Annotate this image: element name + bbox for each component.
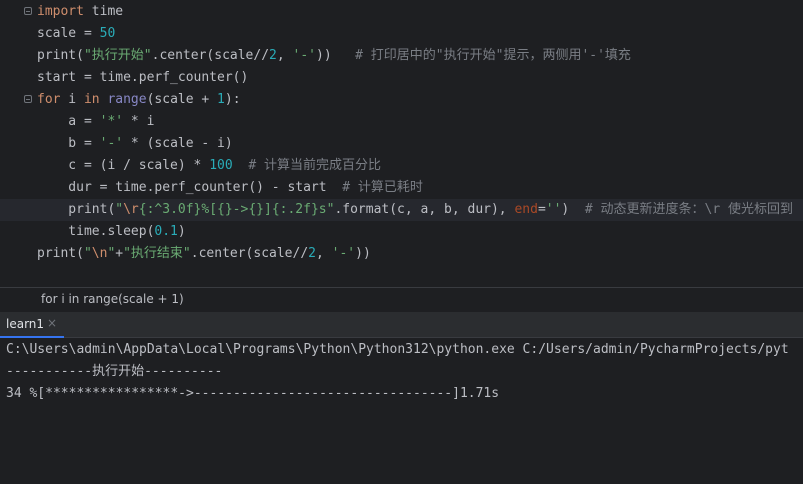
code-token: \n <box>91 246 108 261</box>
code-token: {:^3.0f}%[{}->{}]{:.2f}s" <box>138 202 335 217</box>
editor-gutter <box>0 0 36 287</box>
tab-learn1[interactable]: learn1 × <box>0 312 64 338</box>
code-token: print <box>37 202 108 217</box>
code-token: a = <box>37 114 100 129</box>
code-line[interactable]: time.sleep(0.1) <box>37 221 186 243</box>
code-line[interactable]: import time <box>37 1 123 23</box>
code-token: import <box>37 4 84 19</box>
code-token: '*' <box>99 114 124 129</box>
code-token: "执行开始" <box>83 48 152 63</box>
code-token: 2 <box>269 48 277 63</box>
code-token: = <box>537 202 546 217</box>
code-line[interactable]: print("\r{:^3.0f}%[{}->{}]{:.2f}s".forma… <box>0 199 803 221</box>
code-token: ( <box>76 246 84 261</box>
code-token: c = (i / scale) * <box>37 158 210 173</box>
close-icon[interactable]: × <box>47 316 57 330</box>
code-token: # 计算已耗时 <box>342 180 423 195</box>
code-token: time.sleep( <box>37 224 155 239</box>
run-tab-bar: learn1 × <box>0 312 803 338</box>
code-token: \r <box>123 202 139 217</box>
code-token: # 计算当前完成百分比 <box>248 158 381 173</box>
code-line[interactable]: scale = 50 <box>37 23 115 45</box>
console-line: 34 %[*****************->----------------… <box>6 386 500 401</box>
code-token: 1 <box>217 92 225 107</box>
code-token: end <box>514 202 538 217</box>
code-token: print <box>37 48 77 63</box>
code-token: ( <box>76 48 84 63</box>
run-console[interactable]: C:\Users\admin\AppData\Local\Programs\Py… <box>0 338 803 484</box>
code-token: time <box>83 4 124 19</box>
code-token: "执行结束" <box>123 246 191 261</box>
code-token: " <box>115 202 124 217</box>
code-line[interactable]: b = '-' * (scale - i) <box>37 133 233 155</box>
code-token: + <box>115 246 124 261</box>
code-token: ) <box>177 224 186 239</box>
code-token: 2 <box>308 246 316 261</box>
code-token: '-' <box>99 136 124 151</box>
code-token: .center(scale// <box>190 246 309 261</box>
code-token: * i <box>123 114 155 129</box>
tab-label: learn1 <box>6 317 45 331</box>
code-line[interactable]: print("\n"+"执行结束".center(scale//2, '-')) <box>37 243 371 265</box>
code-line[interactable]: dur = time.perf_counter() - start # 计算已耗… <box>37 177 423 199</box>
code-token: print <box>37 246 77 261</box>
code-token: .center(scale// <box>151 48 270 63</box>
code-line[interactable]: start = time.perf_counter() <box>37 67 248 89</box>
code-editor[interactable]: import time scale = 50 print("执行开始".center… <box>0 0 803 287</box>
code-token: # 打印居中的"执行开始"提示，两侧用'-'填充 <box>355 48 631 63</box>
code-token: )) <box>316 48 356 63</box>
console-line: C:\Users\admin\AppData\Local\Programs\Py… <box>6 342 789 357</box>
code-token: 0.1 <box>154 224 178 239</box>
code-line[interactable]: c = (i / scale) * 100 # 计算当前完成百分比 <box>37 155 381 177</box>
code-token: start = time.perf_counter() <box>37 70 249 85</box>
code-token: 50 <box>99 26 116 41</box>
code-token: range <box>107 92 147 107</box>
code-line[interactable]: print("执行开始".center(scale//2, '-')) # 打印… <box>37 45 631 67</box>
code-token: ) <box>561 202 585 217</box>
code-token: # 动态更新进度条：\r 使光标回到 <box>584 202 794 217</box>
code-token: scale = <box>37 26 100 41</box>
code-token: in <box>83 92 100 107</box>
code-token: i <box>60 92 84 107</box>
code-token: (scale + <box>146 92 218 107</box>
code-token: 100 <box>209 158 233 173</box>
breadcrumb[interactable]: for i in range(scale + 1) <box>0 287 803 312</box>
code-token: b = <box>37 136 100 151</box>
code-token: " <box>83 246 92 261</box>
breadcrumb-item[interactable]: for i in range(scale + 1) <box>41 292 184 306</box>
code-token: '-' <box>292 48 316 63</box>
console-line: -----------执行开始---------- <box>6 364 223 379</box>
code-token: '-' <box>331 246 356 261</box>
fold-icon[interactable] <box>24 7 32 15</box>
code-token: )) <box>355 246 371 261</box>
code-line[interactable]: for i in range(scale + 1): <box>37 89 241 111</box>
code-token: '' <box>545 202 562 217</box>
code-token: dur = time.perf_counter() - start <box>37 180 343 195</box>
fold-icon[interactable] <box>24 95 32 103</box>
code-line[interactable]: a = '*' * i <box>37 111 154 133</box>
code-token: , <box>316 246 332 261</box>
code-token: for <box>37 92 61 107</box>
code-token: , <box>276 48 293 63</box>
code-token: .format(c, a, b, dur), <box>334 202 515 217</box>
code-token: * (scale - i) <box>123 136 233 151</box>
code-token: ): <box>224 92 241 107</box>
